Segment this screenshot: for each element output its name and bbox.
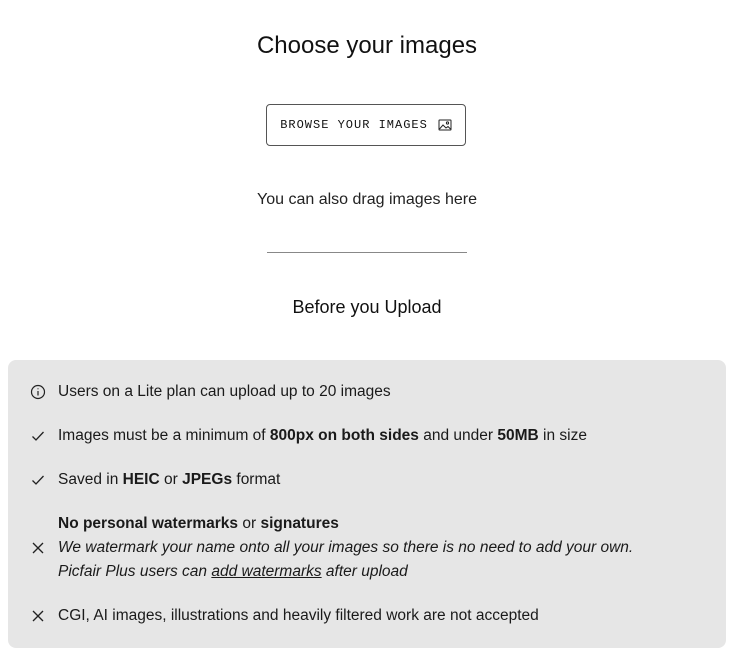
- drag-drop-hint: You can also drag images here: [257, 191, 477, 208]
- rule-format: Saved in HEIC or JPEGs format: [8, 468, 726, 492]
- close-icon: [30, 540, 46, 556]
- close-icon: [30, 608, 46, 624]
- image-icon: [438, 118, 452, 132]
- rule-text: CGI, AI images, illustrations and heavil…: [58, 607, 539, 624]
- browse-images-button[interactable]: BROWSE YOUR IMAGES: [266, 104, 466, 146]
- rule-text-bold: JPEGs: [182, 471, 233, 488]
- rule-text: Users on a Lite plan can upload up to 20…: [58, 383, 391, 400]
- rule-size: Images must be a minimum of 800px on bot…: [8, 424, 726, 448]
- check-icon: [30, 472, 46, 488]
- rule-text-part: Saved in: [58, 471, 123, 488]
- rule-text-bold: 800px on both sides: [269, 427, 419, 444]
- rule-text-bold: HEIC: [122, 471, 160, 488]
- rule-not-accepted: CGI, AI images, illustrations and heavil…: [8, 604, 726, 628]
- rule-text-italic: We watermark your name onto all your ima…: [58, 539, 634, 556]
- before-upload-title: Before you Upload: [292, 297, 442, 317]
- rule-text-part: format: [232, 471, 281, 488]
- rule-plan-limit: Users on a Lite plan can upload up to 20…: [8, 380, 726, 404]
- rule-text-bold: 50MB: [497, 427, 539, 444]
- rule-text: Images must be a minimum of 800px on bot…: [58, 424, 587, 448]
- browse-button-label: BROWSE YOUR IMAGES: [280, 118, 428, 132]
- rule-text: No personal watermarks or signatures We …: [58, 512, 633, 584]
- check-icon: [30, 428, 46, 444]
- rule-watermarks: No personal watermarks or signatures We …: [8, 512, 726, 584]
- rule-text-part: in size: [538, 427, 587, 444]
- upload-rules-panel: Users on a Lite plan can upload up to 20…: [8, 360, 726, 648]
- rule-text-bold: No personal watermarks: [58, 515, 239, 532]
- rule-text-part: or: [159, 471, 183, 488]
- rule-text-part: Picfair Plus users can: [58, 563, 212, 580]
- info-icon: [30, 384, 46, 400]
- rule-text-part: or: [238, 515, 261, 532]
- add-watermarks-link[interactable]: add watermarks: [211, 563, 321, 580]
- page-title: Choose your images: [256, 32, 478, 59]
- rule-text-part: after upload: [321, 563, 408, 580]
- rule-text-bold: signatures: [260, 515, 339, 532]
- rule-text-part: and under: [418, 427, 498, 444]
- divider: [267, 252, 467, 253]
- rule-text-part: Images must be a minimum of: [58, 427, 270, 444]
- rule-text: Saved in HEIC or JPEGs format: [58, 468, 280, 492]
